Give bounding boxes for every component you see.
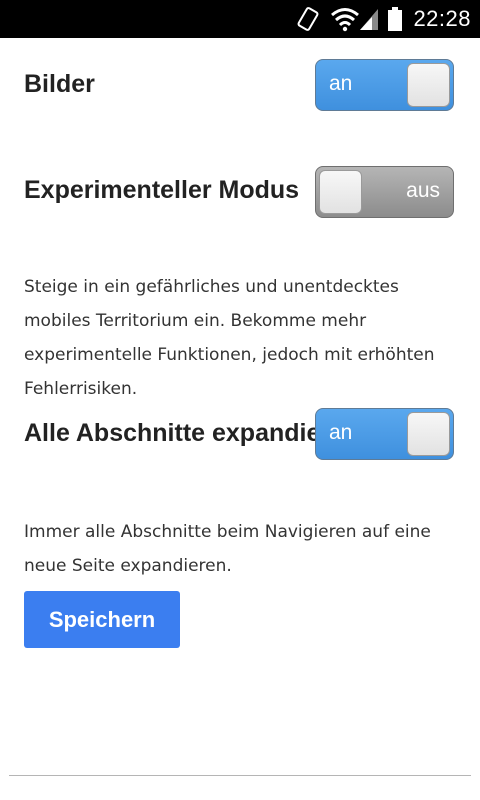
expand-sections-label: Alle Abschnitte expandieren	[24, 419, 316, 447]
rotation-lock-icon	[296, 6, 322, 36]
experimental-mode-toggle-state: aus	[406, 179, 440, 202]
experimental-mode-label: Experimenteller Modus	[24, 176, 300, 204]
status-bar: 22:28	[0, 0, 480, 38]
experimental-mode-toggle[interactable]: aus	[315, 166, 454, 218]
footer-divider	[9, 775, 471, 776]
expand-sections-toggle[interactable]: an	[315, 408, 454, 460]
toggle-knob[interactable]	[319, 170, 362, 214]
expand-sections-description: Immer alle Abschnitte beim Navigieren au…	[24, 522, 431, 576]
toggle-knob[interactable]	[407, 412, 450, 456]
clock: 22:28	[413, 6, 471, 31]
expand-sections-label-container: Alle Abschnitte expandieren	[24, 419, 316, 453]
images-setting-label: Bilder	[24, 70, 95, 98]
experimental-mode-description: Steige in ein gefährliches und unentdeck…	[24, 277, 435, 399]
expand-sections-toggle-state: an	[329, 421, 353, 444]
wifi-icon	[330, 6, 360, 36]
toggle-knob[interactable]	[407, 63, 450, 107]
images-toggle[interactable]: an	[315, 59, 454, 111]
save-button[interactable]: Speichern	[24, 591, 180, 648]
signal-icon	[358, 6, 380, 36]
battery-icon	[387, 6, 403, 36]
images-toggle-state: an	[329, 72, 353, 95]
